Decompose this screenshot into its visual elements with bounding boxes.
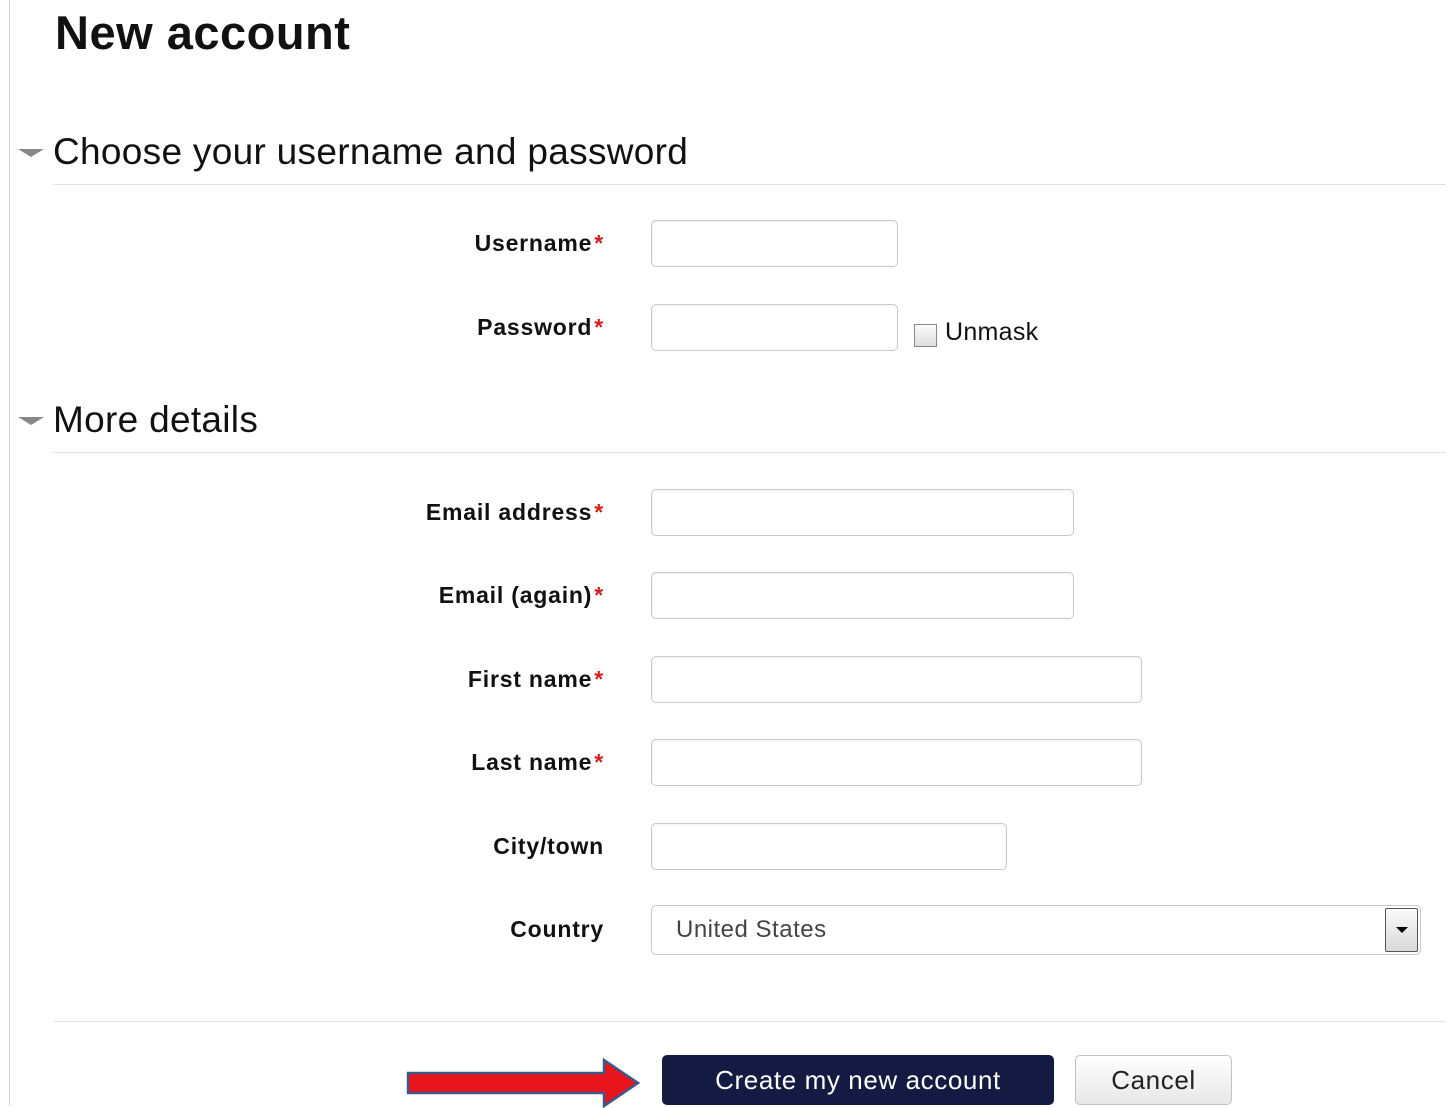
city-input[interactable]	[651, 823, 1007, 870]
required-marker: *	[594, 666, 604, 692]
triangle-down-icon	[18, 417, 44, 425]
required-marker: *	[594, 499, 604, 525]
country-selected-value: United States	[676, 916, 827, 943]
select-dropdown-button[interactable]	[1385, 908, 1418, 952]
cancel-button[interactable]: Cancel	[1075, 1055, 1232, 1105]
country-select[interactable]: United States	[651, 905, 1421, 955]
first-name-input[interactable]	[651, 656, 1142, 703]
email-again-input[interactable]	[651, 572, 1074, 619]
unmask-option[interactable]: Unmask	[914, 318, 1039, 347]
country-label: Country	[510, 916, 604, 942]
right-arrow-icon	[406, 1058, 641, 1108]
page-title: New account	[55, 6, 351, 59]
password-label: Password*	[477, 314, 604, 340]
unmask-checkbox[interactable]	[914, 324, 937, 347]
left-border	[9, 0, 10, 1106]
form-divider	[53, 1021, 1446, 1022]
email-again-label: Email (again)*	[438, 582, 604, 608]
section-divider	[53, 452, 1446, 453]
first-name-label: First name*	[467, 666, 604, 692]
password-input[interactable]	[651, 304, 898, 351]
section-title: More details	[53, 399, 259, 440]
create-account-button[interactable]: Create my new account	[662, 1055, 1054, 1105]
username-label: Username*	[474, 230, 604, 256]
unmask-label: Unmask	[945, 318, 1039, 346]
username-input[interactable]	[651, 220, 898, 267]
chevron-down-icon	[1395, 927, 1408, 933]
email-input[interactable]	[651, 489, 1074, 536]
required-marker: *	[594, 582, 604, 608]
email-label: Email address*	[425, 499, 604, 525]
section-header-credentials[interactable]: Choose your username and password	[18, 130, 688, 174]
city-label: City/town	[493, 833, 604, 859]
required-marker: *	[594, 230, 604, 256]
last-name-label: Last name*	[471, 749, 604, 775]
triangle-down-icon	[18, 149, 44, 157]
section-divider	[53, 184, 1446, 185]
required-marker: *	[594, 314, 604, 340]
section-header-details[interactable]: More details	[18, 398, 258, 442]
required-marker: *	[594, 749, 604, 775]
last-name-input[interactable]	[651, 739, 1142, 786]
section-title: Choose your username and password	[53, 131, 689, 172]
